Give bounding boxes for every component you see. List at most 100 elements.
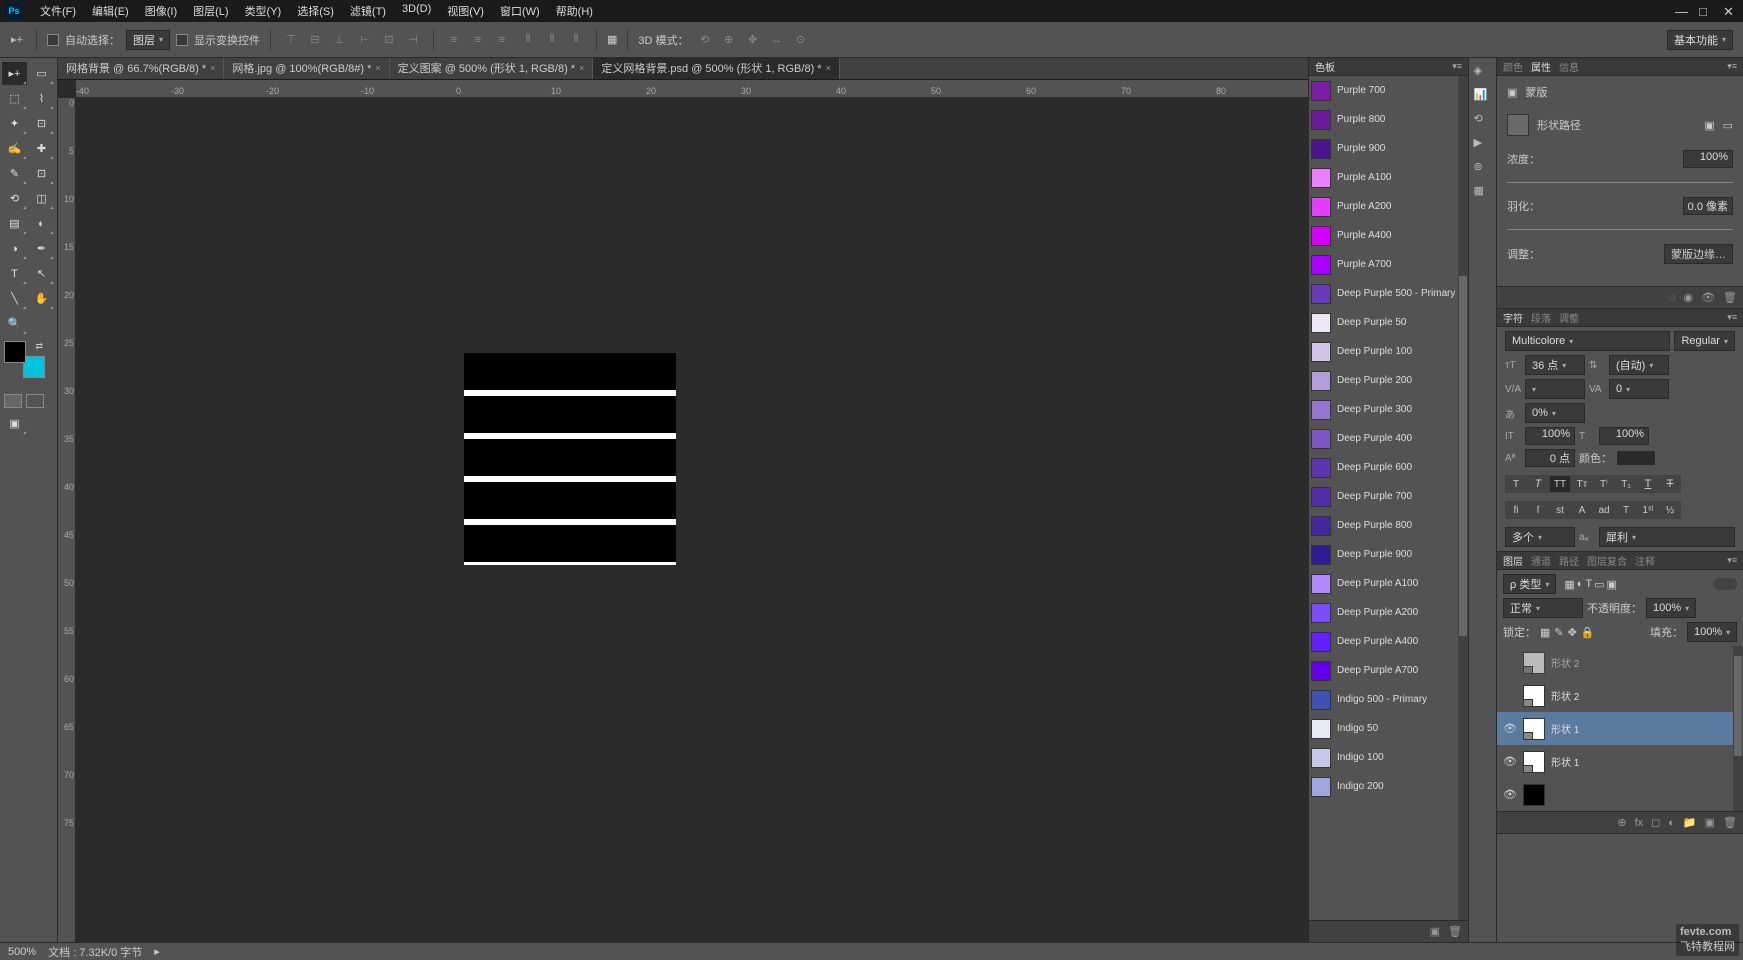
doc-tab-0[interactable]: 网格背景 @ 66.7%(RGB/8) *× bbox=[58, 58, 224, 79]
ruler-horizontal[interactable]: -40-30-20-100102030405060708090100 bbox=[76, 80, 1308, 98]
dist-left-icon[interactable]: ⦀ bbox=[518, 30, 538, 50]
layer-row[interactable]: 👁形状 1 bbox=[1497, 712, 1743, 745]
dock-navigator-icon[interactable]: ◈ bbox=[1474, 64, 1492, 80]
density-input[interactable]: 100% bbox=[1683, 150, 1733, 168]
swatch-row[interactable]: Indigo 50 bbox=[1309, 714, 1468, 743]
notes-tab[interactable]: 注释 bbox=[1635, 553, 1655, 568]
group-icon[interactable]: 📁 bbox=[1683, 816, 1697, 829]
dist-bottom-icon[interactable]: ≡ bbox=[492, 30, 512, 50]
swatch-row[interactable]: Deep Purple 50 bbox=[1309, 308, 1468, 337]
show-transform-checkbox[interactable] bbox=[176, 34, 188, 46]
filter-shape-icon[interactable]: ▭ bbox=[1594, 578, 1604, 591]
opacity-value[interactable]: 100% bbox=[1646, 598, 1696, 618]
swatches-tab[interactable]: 色板 bbox=[1315, 59, 1335, 74]
dist-top-icon[interactable]: ≡ bbox=[444, 30, 464, 50]
load-selection-icon[interactable]: ◌ bbox=[1669, 292, 1676, 304]
stamp-tool[interactable]: ⊡ bbox=[29, 162, 54, 185]
layers-list[interactable]: 形状 2 形状 2 👁形状 1 👁形状 1 👁 bbox=[1497, 646, 1743, 811]
font-size[interactable]: 36 点 bbox=[1525, 355, 1585, 375]
pan-icon[interactable]: ✥ bbox=[743, 30, 763, 50]
tracking[interactable]: 0 bbox=[1609, 379, 1669, 399]
pen-tool[interactable]: ✒ bbox=[29, 237, 54, 260]
allcaps-button[interactable]: TT bbox=[1549, 475, 1571, 493]
filter-type-icon[interactable]: T bbox=[1585, 578, 1592, 591]
swatch-scrollbar[interactable] bbox=[1458, 76, 1468, 920]
swatch-row[interactable]: Purple 700 bbox=[1309, 76, 1468, 105]
menu-type[interactable]: 类型(Y) bbox=[237, 0, 290, 22]
visibility-icon[interactable]: 👁 bbox=[1503, 722, 1517, 735]
channels-tab[interactable]: 通道 bbox=[1531, 553, 1551, 568]
doc-tab-3[interactable]: 定义网格背景.psd @ 500% (形状 1, RGB/8) *× bbox=[593, 58, 840, 79]
zoom-tool[interactable]: 🔍 bbox=[2, 312, 27, 335]
screen-mode[interactable]: ▣ bbox=[2, 412, 27, 435]
doc-tab-2[interactable]: 定义图案 @ 500% (形状 1, RGB/8) *× bbox=[390, 58, 594, 79]
swatch-row[interactable]: Purple A200 bbox=[1309, 192, 1468, 221]
filter-pixel-icon[interactable]: ▦ bbox=[1564, 578, 1574, 591]
menu-edit[interactable]: 编辑(E) bbox=[84, 0, 137, 22]
vector-mask-icon[interactable]: ▭ bbox=[1723, 119, 1733, 132]
crop-tool[interactable]: ⊡ bbox=[29, 112, 54, 135]
feather-slider[interactable] bbox=[1507, 229, 1733, 230]
panel-menu-icon[interactable]: ▾≡ bbox=[1727, 312, 1737, 323]
dist-right-icon[interactable]: ⦀ bbox=[566, 30, 586, 50]
menu-help[interactable]: 帮助(H) bbox=[548, 0, 601, 22]
strike-button[interactable]: T bbox=[1659, 475, 1681, 493]
marquee-tool[interactable]: ⬚ bbox=[2, 87, 27, 110]
dist-hcenter-icon[interactable]: ⦀ bbox=[542, 30, 562, 50]
eraser-tool[interactable]: ◫ bbox=[29, 187, 54, 210]
swatch-row[interactable]: Deep Purple 500 - Primary bbox=[1309, 279, 1468, 308]
background-color[interactable] bbox=[23, 356, 45, 378]
1st-button[interactable]: 1ˢᵗ bbox=[1637, 501, 1659, 519]
menu-window[interactable]: 窗口(W) bbox=[492, 0, 548, 22]
smallcaps-button[interactable]: Tᴛ bbox=[1571, 475, 1593, 493]
aa-dropdown[interactable]: 犀利 bbox=[1599, 527, 1735, 547]
eyedropper-tool[interactable]: ✍ bbox=[2, 137, 27, 160]
st-button[interactable]: st bbox=[1549, 501, 1571, 519]
dock-actions-icon[interactable]: ▶ bbox=[1474, 136, 1492, 152]
swatch-row[interactable]: Deep Purple 100 bbox=[1309, 337, 1468, 366]
filter-adjust-icon[interactable]: ◐ bbox=[1577, 578, 1584, 591]
workspace-selector[interactable]: 基本功能 bbox=[1667, 30, 1733, 50]
layer-mask-icon[interactable]: ◻ bbox=[1651, 816, 1660, 829]
color-tab[interactable]: 颜色 bbox=[1503, 59, 1523, 74]
align-right-icon[interactable]: ⊣ bbox=[403, 30, 423, 50]
mask-thumb[interactable] bbox=[1507, 114, 1529, 136]
lock-position-icon[interactable]: ✥ bbox=[1568, 626, 1577, 639]
move-tool-icon[interactable]: ▸+ bbox=[8, 31, 26, 49]
swatch-row[interactable]: Deep Purple 400 bbox=[1309, 424, 1468, 453]
auto-select-dropdown[interactable]: 图层 bbox=[126, 30, 170, 50]
swatch-row[interactable]: Deep Purple 900 bbox=[1309, 540, 1468, 569]
swatch-row[interactable]: Deep Purple 800 bbox=[1309, 511, 1468, 540]
canvas[interactable] bbox=[76, 98, 1308, 942]
layer-style-icon[interactable]: fx bbox=[1635, 817, 1644, 829]
blend-mode[interactable]: 正常 bbox=[1503, 598, 1583, 618]
swatch-row[interactable]: Indigo 500 - Primary bbox=[1309, 685, 1468, 714]
font-style[interactable]: Regular bbox=[1674, 331, 1735, 351]
brush-tool[interactable]: ✎ bbox=[2, 162, 27, 185]
superscript-button[interactable]: Tⁱ bbox=[1593, 475, 1615, 493]
maximize-icon[interactable]: □ bbox=[1699, 4, 1713, 18]
swatch-row[interactable]: Deep Purple 200 bbox=[1309, 366, 1468, 395]
underline-button[interactable]: T bbox=[1637, 475, 1659, 493]
apply-mask-icon[interactable]: ◉ bbox=[1683, 291, 1693, 304]
path-tool[interactable]: ↖ bbox=[29, 262, 54, 285]
menu-image[interactable]: 图像(I) bbox=[137, 0, 185, 22]
doc-info[interactable]: 文档 : 7.32K/0 字节 bbox=[48, 944, 142, 960]
type-tool[interactable]: T bbox=[2, 262, 27, 285]
align-hcenter-icon[interactable]: ⊡ bbox=[379, 30, 399, 50]
swatch-row[interactable]: Deep Purple A200 bbox=[1309, 598, 1468, 627]
baseline[interactable]: 0 点 bbox=[1525, 449, 1575, 467]
vscale[interactable]: 100% bbox=[1525, 427, 1575, 445]
align-bottom-icon[interactable]: ⊥ bbox=[329, 30, 349, 50]
doc-info-arrow[interactable]: ▸ bbox=[154, 945, 160, 958]
layers-scrollbar[interactable] bbox=[1733, 646, 1743, 811]
swap-colors-icon[interactable]: ⇄ bbox=[35, 341, 43, 352]
history-brush-tool[interactable]: ⟲ bbox=[2, 187, 27, 210]
bold-button[interactable]: T bbox=[1505, 475, 1527, 493]
dodge-tool[interactable]: ◑ bbox=[2, 237, 27, 260]
link-layers-icon[interactable]: ⊕ bbox=[1617, 816, 1626, 829]
menu-3d[interactable]: 3D(D) bbox=[394, 0, 439, 22]
align-vcenter-icon[interactable]: ⊟ bbox=[305, 30, 325, 50]
properties-tab[interactable]: 属性 bbox=[1531, 59, 1551, 74]
swatch-row[interactable]: Purple A100 bbox=[1309, 163, 1468, 192]
